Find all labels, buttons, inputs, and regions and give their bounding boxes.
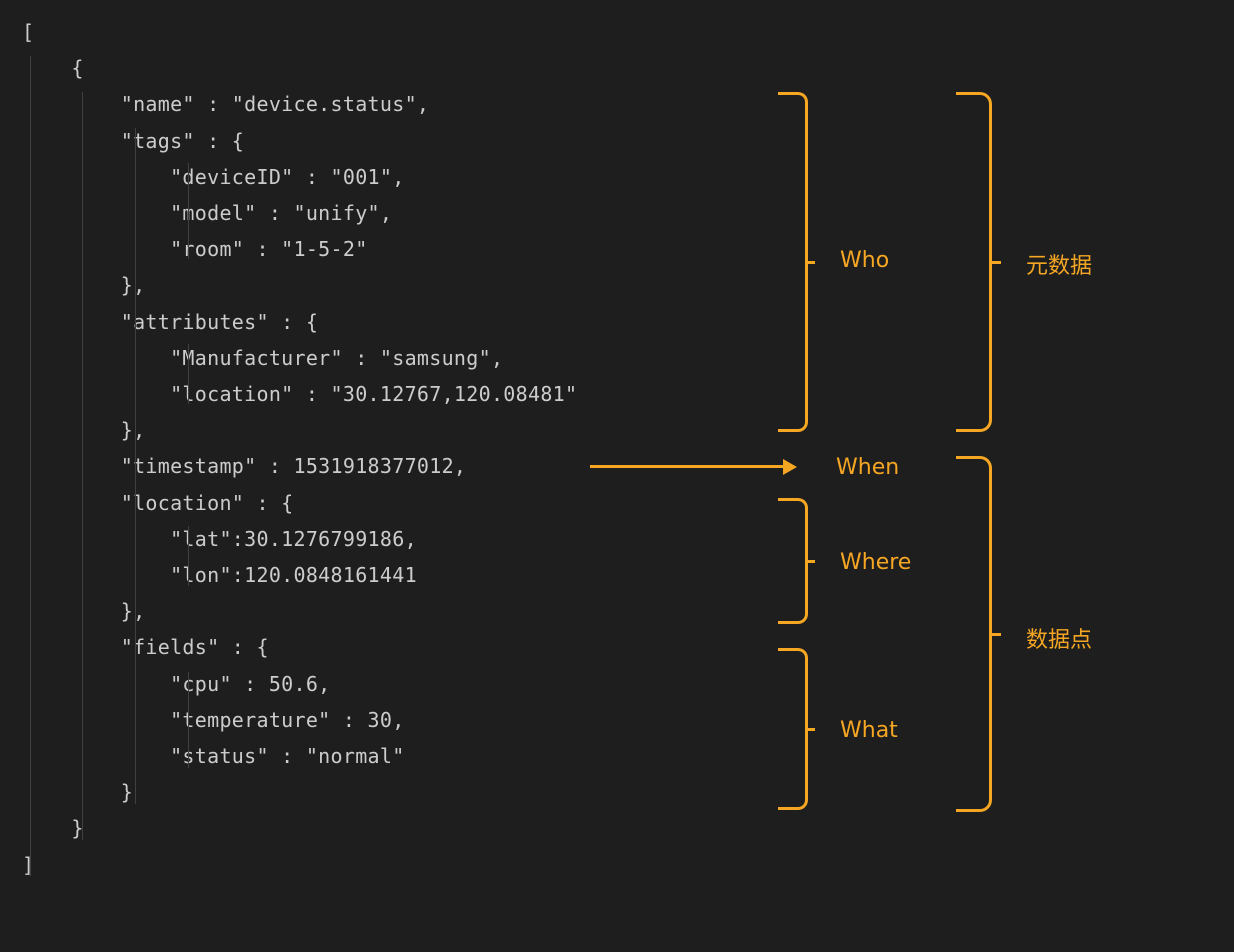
indent-guide [135, 128, 136, 804]
code-line: "timestamp" : 1531918377012, [22, 454, 466, 478]
indent-guide [82, 92, 83, 840]
code-line: } [22, 816, 84, 840]
code-line: } [22, 780, 133, 804]
code-block[interactable]: [ { "name" : "device.status", "tags" : {… [22, 14, 1234, 883]
code-line: [ [22, 20, 34, 44]
code-line: "Manufacturer" : "samsung", [22, 346, 503, 370]
code-line: "status" : "normal" [22, 744, 405, 768]
code-line: "room" : "1-5-2" [22, 237, 368, 261]
indent-guide [188, 344, 189, 404]
code-line: { [22, 56, 84, 80]
code-editor: [ { "name" : "device.status", "tags" : {… [0, 0, 1234, 952]
code-line: "tags" : { [22, 129, 244, 153]
code-line: "deviceID" : "001", [22, 165, 405, 189]
code-line: "temperature" : 30, [22, 708, 405, 732]
code-line: "model" : "unify", [22, 201, 392, 225]
code-line: ] [22, 853, 34, 877]
code-line: "attributes" : { [22, 310, 318, 334]
indent-guide [188, 163, 189, 259]
code-line: "cpu" : 50.6, [22, 672, 331, 696]
code-line: }, [22, 418, 145, 442]
indent-guide [188, 672, 189, 768]
code-line: "fields" : { [22, 635, 269, 659]
indent-guide [30, 56, 31, 876]
code-line: "name" : "device.status", [22, 92, 429, 116]
code-line: "location" : { [22, 491, 294, 515]
indent-guide [188, 526, 189, 586]
code-line: }, [22, 599, 145, 623]
code-line: }, [22, 273, 145, 297]
code-line: "location" : "30.12767,120.08481" [22, 382, 577, 406]
